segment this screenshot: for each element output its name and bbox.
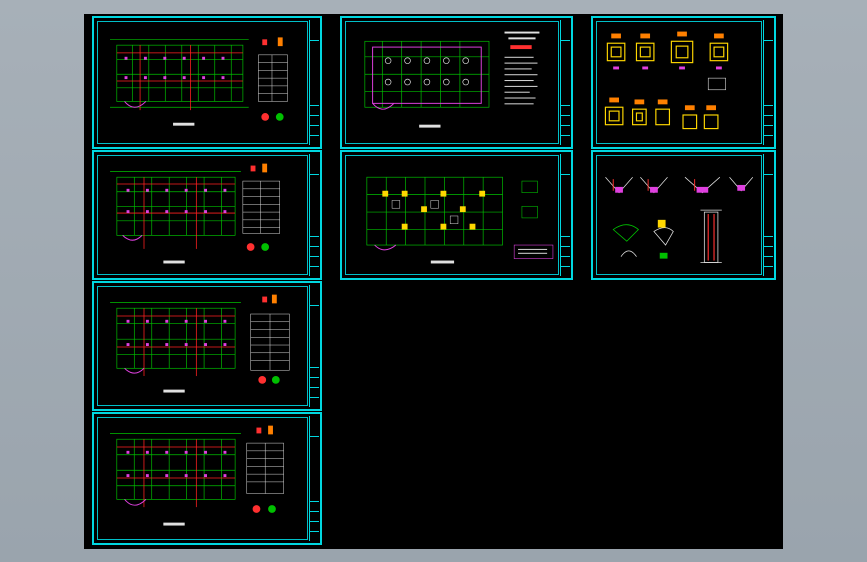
section-details-drawing (605, 176, 754, 263)
floor-plan-drawing (110, 37, 288, 126)
foundation-plan-drawing (364, 31, 540, 128)
drawing-sheet-3[interactable] (92, 281, 322, 411)
cad-viewport[interactable] (84, 14, 783, 549)
drawing-sheet-2[interactable] (92, 150, 322, 280)
pile-cap-details-drawing (604, 31, 729, 130)
floor-plan-drawing (110, 163, 280, 264)
drawing-sheet-6[interactable] (340, 150, 573, 280)
drawing-sheet-5[interactable] (340, 16, 573, 149)
drawing-sheet-8[interactable] (591, 150, 776, 280)
foundation-plan-drawing (366, 176, 554, 264)
drawing-sheet-7[interactable] (591, 16, 776, 149)
floor-plan-drawing (110, 294, 290, 393)
drawing-sheet-4[interactable] (92, 412, 322, 545)
floor-plan-drawing (110, 425, 284, 526)
drawing-sheet-1[interactable] (92, 16, 322, 149)
